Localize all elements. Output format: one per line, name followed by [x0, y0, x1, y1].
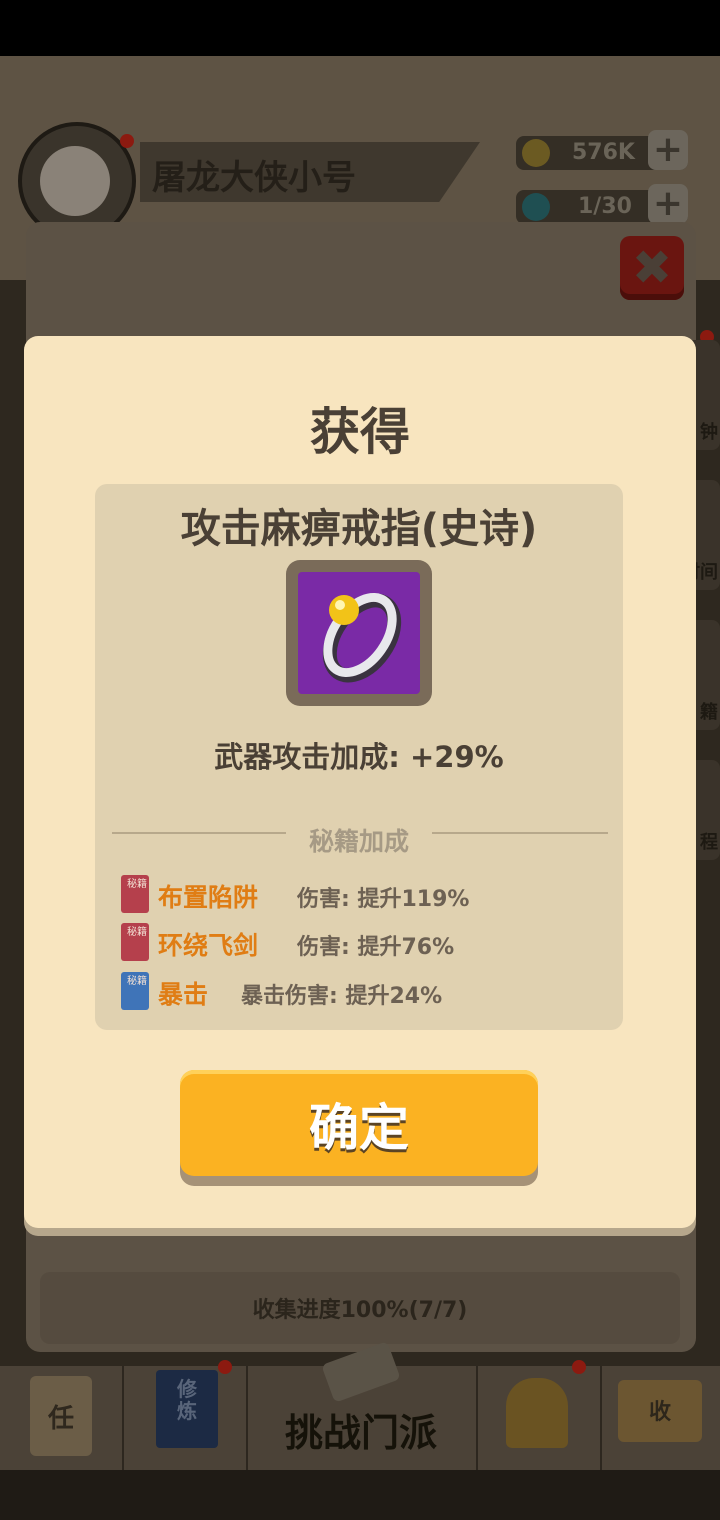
practice-book-icon: 修炼: [156, 1370, 218, 1448]
nav-equipment[interactable]: [476, 1360, 602, 1470]
avatar-face-icon: [40, 146, 110, 216]
gold-amount: 576K: [572, 140, 635, 165]
status-bar: [0, 0, 720, 56]
gold-coin-icon: [522, 139, 550, 167]
skill-bonus: 暴击伤害: 提升24%: [241, 984, 443, 1009]
stamina-drop-icon: [522, 193, 550, 221]
modal-title: 获得: [310, 403, 410, 461]
add-stamina-button[interactable]: +: [648, 184, 688, 224]
skill-bonus: 伤害: 提升119%: [297, 887, 470, 912]
system-nav-bar: [0, 1470, 720, 1520]
nav-collect[interactable]: 收: [600, 1366, 720, 1470]
skill-book-icon: 秘籍: [121, 875, 149, 913]
skill-bonus: 伤害: 提升76%: [297, 935, 455, 960]
side-tab-label: 钟: [700, 422, 718, 443]
side-tab-label: 籍: [700, 702, 718, 723]
collection-progress-text: 收集进度100%(7/7): [252, 1298, 468, 1323]
book-glyph: 秘籍: [127, 976, 147, 987]
book-glyph: 秘籍: [127, 927, 147, 938]
collect-icon-glyph: 收: [648, 1400, 671, 1425]
skill-name: 环绕飞剑: [158, 931, 259, 960]
player-name: 屠龙大侠小号: [152, 158, 356, 198]
helmet-icon: [506, 1378, 568, 1448]
nav-challenge[interactable]: 挑战门派: [246, 1341, 478, 1470]
close-button[interactable]: ✖: [620, 236, 684, 300]
skill-book-icon: 秘籍: [121, 923, 149, 961]
skill-name: 布置陷阱: [158, 883, 259, 912]
ring-icon: [298, 572, 420, 694]
add-gold-button[interactable]: +: [648, 130, 688, 170]
equipment-notification-dot: [572, 1360, 586, 1374]
side-tab-label: 程: [700, 832, 718, 853]
task-icon-glyph: 任: [47, 1404, 74, 1434]
book-glyph: 秘籍: [127, 879, 147, 890]
skill-name: 暴击: [158, 980, 209, 1009]
item-stat: 武器攻击加成: +29%: [214, 740, 504, 774]
bonus-section-title: 秘籍加成: [308, 827, 409, 856]
confirm-label: 确定: [309, 1099, 409, 1157]
item-name: 攻击麻痹戒指(史诗): [180, 506, 538, 552]
skill-book-icon: 秘籍: [121, 972, 149, 1010]
practice-notification-dot: [218, 1360, 232, 1374]
confirm-button[interactable]: 确定: [180, 1070, 538, 1176]
challenge-label: 挑战门派: [284, 1411, 437, 1455]
collect-house-icon: 收: [618, 1380, 702, 1442]
task-scroll-icon: 任: [30, 1376, 92, 1456]
nav-task[interactable]: 任: [0, 1366, 124, 1470]
stamina-amount: 1/30: [578, 194, 632, 219]
avatar-notification-dot: [120, 134, 134, 148]
practice-icon-glyph: 修炼: [177, 1377, 197, 1423]
nav-practice[interactable]: 修炼: [122, 1360, 248, 1470]
